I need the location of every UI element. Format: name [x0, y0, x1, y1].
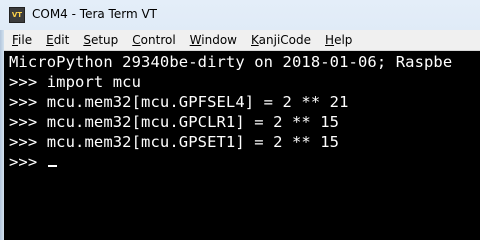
menu-control[interactable]: Control	[124, 33, 181, 47]
menu-window[interactable]: Window	[182, 33, 243, 47]
terminal-prompt-line: >>>	[9, 152, 57, 172]
terminal-line-banner: MicroPython 29340be-dirty on 2018-01-06;…	[9, 53, 453, 71]
terminal-line-import: >>> import mcu	[9, 73, 142, 91]
menu-setup-mnemonic: S	[83, 33, 91, 47]
title-bar[interactable]: VT COM4 - Tera Term VT	[0, 0, 480, 30]
menu-setup[interactable]: Setup	[75, 33, 124, 47]
menu-control-mnemonic: C	[132, 33, 141, 47]
terminal-prompt: >>>	[9, 153, 47, 171]
terminal-screen[interactable]: MicroPython 29340be-dirty on 2018-01-06;…	[4, 51, 480, 240]
text-cursor	[47, 165, 57, 167]
menu-control-label: ontrol	[140, 33, 176, 47]
menu-edit-mnemonic: E	[46, 33, 54, 47]
menu-kanjicode[interactable]: KanjiCode	[243, 33, 317, 47]
menu-file-label: ile	[18, 33, 33, 47]
menu-help-mnemonic: H	[325, 33, 335, 47]
menu-edit[interactable]: Edit	[38, 33, 75, 47]
menu-help-label: elp	[334, 33, 353, 47]
menu-window-label: indow	[201, 33, 237, 47]
terminal-line-gpclr1: >>> mcu.mem32[mcu.GPCLR1] = 2 ** 15	[9, 113, 340, 131]
tera-term-app-icon[interactable]: VT	[9, 7, 25, 23]
menu-help[interactable]: Help	[317, 33, 358, 47]
window-title: COM4 - Tera Term VT	[32, 7, 157, 21]
menu-edit-label: dit	[53, 33, 70, 47]
menu-setup-label: etup	[90, 33, 119, 47]
terminal-line-gpfsel4: >>> mcu.mem32[mcu.GPFSEL4] = 2 ** 21	[9, 93, 349, 111]
tera-term-window: VT COM4 - Tera Term VT File Edit Setup C…	[0, 0, 480, 240]
menu-file[interactable]: File	[4, 33, 38, 47]
terminal-line-gpset1: >>> mcu.mem32[mcu.GPSET1] = 2 ** 15	[9, 133, 340, 151]
menu-window-mnemonic: W	[189, 33, 202, 47]
menu-kanjicode-mnemonic: K	[251, 33, 259, 47]
menu-bar: File Edit Setup Control Window KanjiCode…	[4, 30, 480, 51]
menu-kanjicode-label: anjiCode	[258, 33, 312, 47]
